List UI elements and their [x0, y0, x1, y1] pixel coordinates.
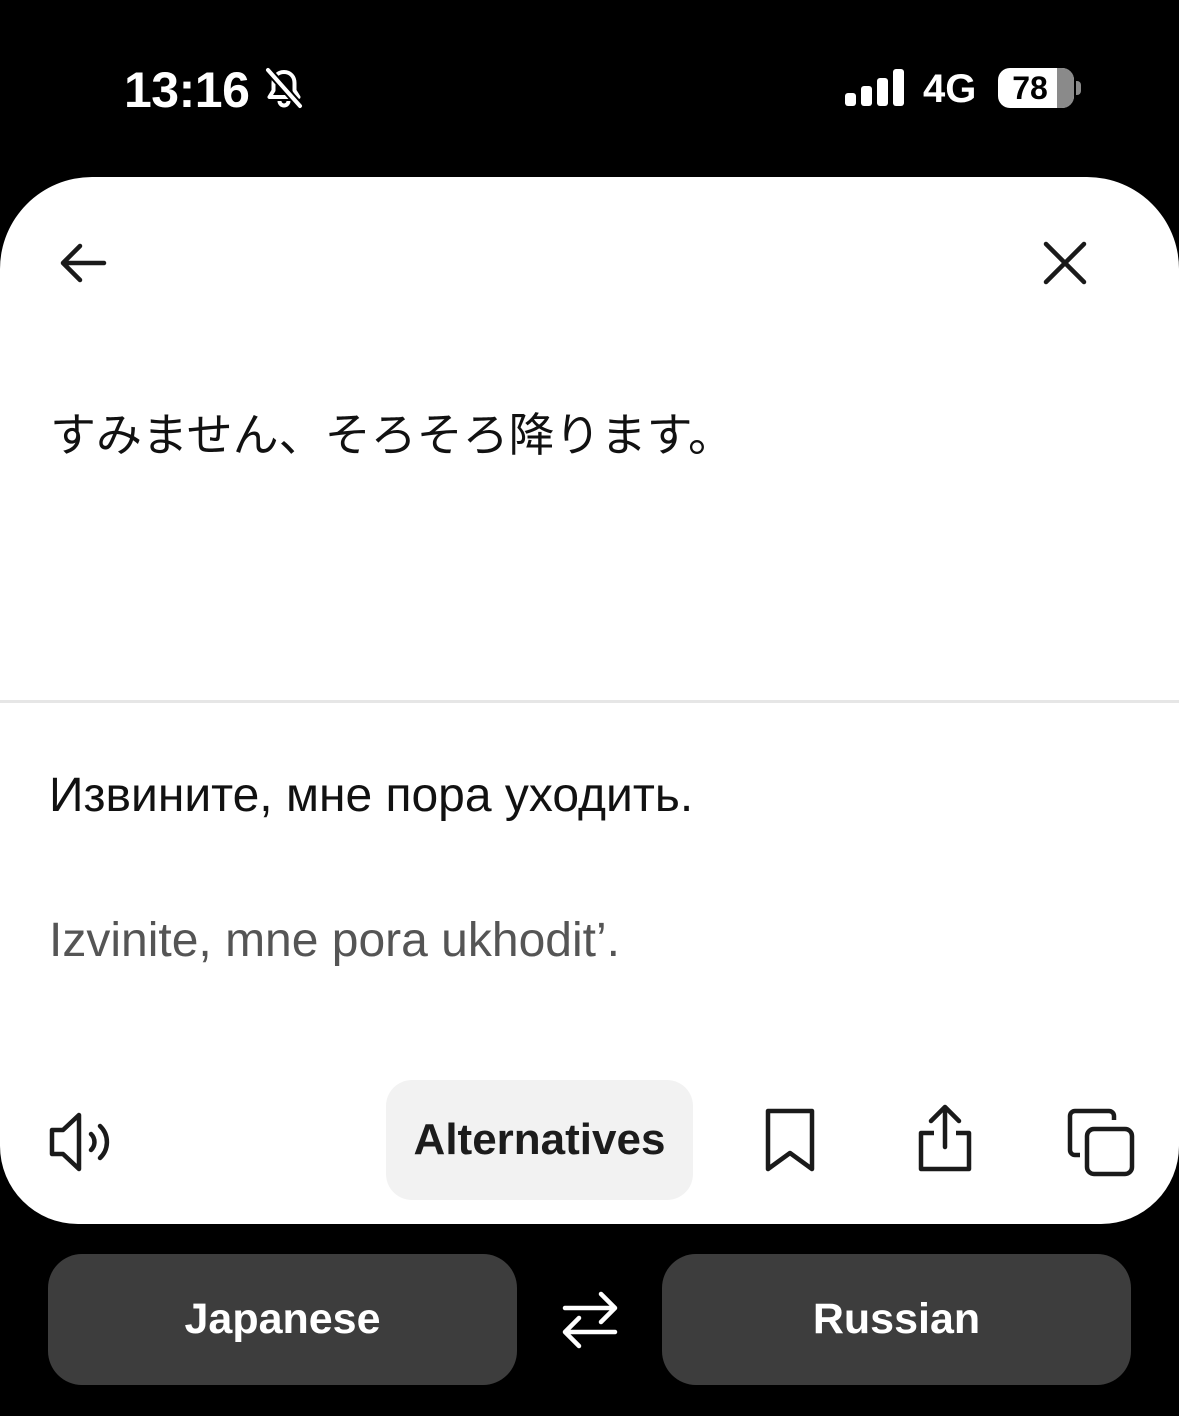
- target-language-button[interactable]: Russian: [662, 1254, 1131, 1385]
- translation-card: すみません、そろそろ降ります。 Извините, мне пора уходи…: [0, 177, 1179, 1224]
- translated-text: Извините, мне пора уходить.: [49, 769, 694, 822]
- share-icon: [918, 1104, 972, 1172]
- battery-body: 78: [998, 68, 1074, 108]
- speaker-icon: [49, 1112, 110, 1172]
- swap-languages-button[interactable]: [554, 1280, 626, 1360]
- translation-screen: 13:16 4G 78 すみません、そろそろ降ります。 Извините, мн…: [0, 0, 1179, 1416]
- battery-tip: [1076, 81, 1081, 95]
- bookmark-icon: [765, 1108, 815, 1172]
- swap-arrows-icon: [562, 1291, 618, 1349]
- alternatives-button[interactable]: Alternatives: [386, 1080, 693, 1200]
- back-button[interactable]: [44, 223, 124, 303]
- battery-level: 78: [1012, 70, 1048, 106]
- battery-icon: 78: [998, 68, 1082, 110]
- copy-icon: [1067, 1108, 1135, 1177]
- status-time: 13:16: [124, 62, 250, 118]
- transliteration-text: Izvinite, mne pora ukhodit’.: [49, 914, 620, 967]
- close-x-icon: [1043, 241, 1087, 285]
- share-button[interactable]: [905, 1097, 985, 1179]
- divider: [0, 700, 1179, 703]
- arrow-left-icon: [60, 243, 107, 283]
- copy-button[interactable]: [1060, 1102, 1142, 1184]
- bell-slash-icon: [265, 67, 303, 109]
- cellular-signal-icon: [845, 69, 904, 106]
- bookmark-button[interactable]: [752, 1102, 828, 1178]
- network-type: 4G: [923, 67, 977, 111]
- speak-button[interactable]: [38, 1102, 122, 1182]
- source-text[interactable]: すみません、そろそろ降ります。: [50, 402, 1130, 468]
- source-language-button[interactable]: Japanese: [48, 1254, 517, 1385]
- close-button[interactable]: [1025, 223, 1105, 303]
